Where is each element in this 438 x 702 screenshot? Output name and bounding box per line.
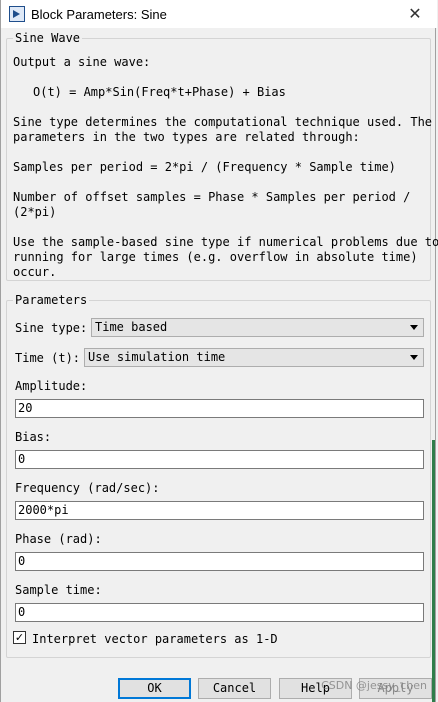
watermark-text: CSDN @jessy_chen: [321, 679, 427, 692]
description-line: parameters in the two types are related …: [13, 130, 360, 144]
description-line: Use the sample-based sine type if numeri…: [13, 235, 438, 249]
sample-time-label: Sample time:: [15, 583, 102, 597]
chevron-down-icon: [410, 355, 418, 360]
description-group-title: Sine Wave: [13, 31, 83, 45]
phase-input[interactable]: 0: [15, 552, 424, 571]
window-title: Block Parameters: Sine: [31, 6, 167, 22]
description-line: (2*pi): [13, 205, 57, 219]
description-line: Number of offset samples = Phase * Sampl…: [13, 190, 411, 204]
description-line: occur.: [13, 265, 57, 279]
amplitude-label: Amplitude:: [15, 379, 88, 393]
dialog-window: Block Parameters: Sine ✕ Sine Wave Outpu…: [0, 0, 438, 702]
sine-type-select[interactable]: Time based: [91, 318, 424, 337]
title-bar[interactable]: Block Parameters: Sine ✕: [1, 0, 437, 28]
simulink-block-icon: [9, 6, 25, 22]
time-label: Time (t):: [15, 351, 81, 365]
description-line: Output a sine wave:: [13, 55, 151, 69]
sine-type-label: Sine type:: [15, 321, 88, 335]
description-line: Samples per period = 2*pi / (Frequency *…: [13, 160, 396, 174]
cancel-button[interactable]: Cancel: [198, 678, 271, 699]
time-value: Use simulation time: [88, 350, 226, 364]
phase-label: Phase (rad):: [15, 532, 102, 546]
description-equation: O(t) = Amp*Sin(Freq*t+Phase) + Bias: [33, 85, 286, 99]
chevron-down-icon: [410, 325, 418, 330]
description-line: running for large times (e.g. overflow i…: [13, 250, 418, 264]
bias-input[interactable]: 0: [15, 450, 424, 469]
frequency-label: Frequency (rad/sec):: [15, 481, 160, 495]
frequency-input[interactable]: 2000*pi: [15, 501, 424, 520]
amplitude-input[interactable]: 20: [15, 399, 424, 418]
interpret-vector-label[interactable]: Interpret vector parameters as 1-D: [32, 632, 278, 646]
parameters-group-title: Parameters: [13, 293, 90, 307]
sine-type-value: Time based: [95, 320, 168, 334]
background-window-edge: [432, 440, 435, 702]
sample-time-input[interactable]: 0: [15, 603, 424, 622]
ok-button[interactable]: OK: [118, 678, 191, 699]
bias-label: Bias:: [15, 430, 52, 444]
interpret-vector-checkbox[interactable]: ✓: [13, 631, 26, 644]
close-icon[interactable]: ✕: [405, 4, 425, 24]
description-line: Sine type determines the computational t…: [13, 115, 433, 129]
time-select[interactable]: Use simulation time: [84, 348, 424, 367]
